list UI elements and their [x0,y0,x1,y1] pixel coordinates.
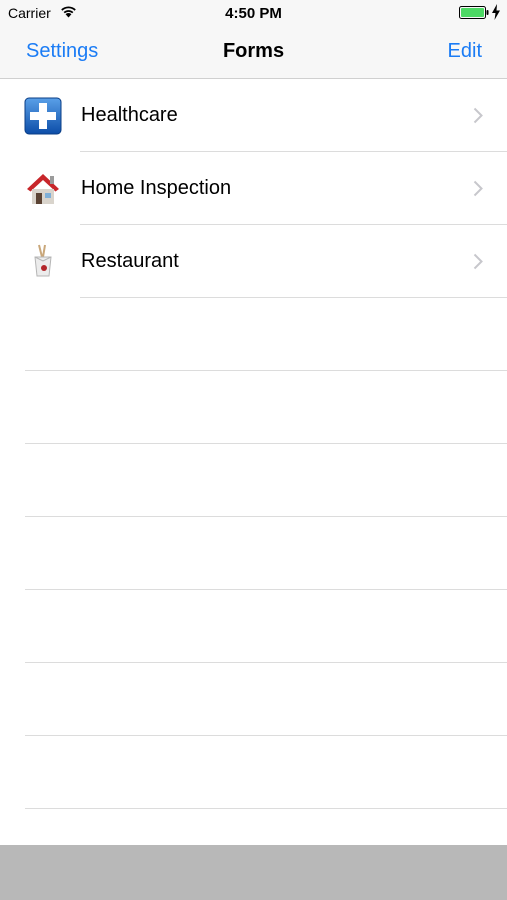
chevron-right-icon [473,253,483,270]
empty-row [0,371,507,444]
forms-list: Healthcare Home Inspection Restaurant [0,79,507,809]
edit-button[interactable]: Edit [448,40,482,63]
row-separator [25,808,507,809]
list-item-label: Healthcare [81,104,178,126]
list-item-home-inspection[interactable]: Home Inspection [0,152,507,225]
forms-screen: Carrier 4:50 PM Settings Forms Edit Heal… [0,0,507,900]
navigation-bar: Settings Forms Edit [0,28,507,79]
takeout-box-icon [34,244,52,277]
list-item-label: Restaurant [81,250,179,272]
empty-row [0,736,507,809]
empty-row [0,590,507,663]
bottom-toolbar [0,845,507,900]
page-title: Forms [222,40,285,62]
list-item-healthcare[interactable]: Healthcare [0,79,507,152]
battery-icon [459,6,489,19]
house-icon [27,174,59,204]
empty-row [0,517,507,590]
chevron-right-icon [473,180,483,197]
empty-row [0,444,507,517]
empty-row [0,663,507,736]
list-item-label: Home Inspection [81,177,232,199]
status-time: 4:50 PM [225,5,282,22]
empty-row [0,298,507,371]
status-bar: Carrier 4:50 PM [0,0,507,28]
charging-bolt-icon [492,4,500,20]
medical-cross-icon [24,97,62,135]
list-item-restaurant[interactable]: Restaurant [0,225,507,298]
chevron-right-icon [473,107,483,124]
